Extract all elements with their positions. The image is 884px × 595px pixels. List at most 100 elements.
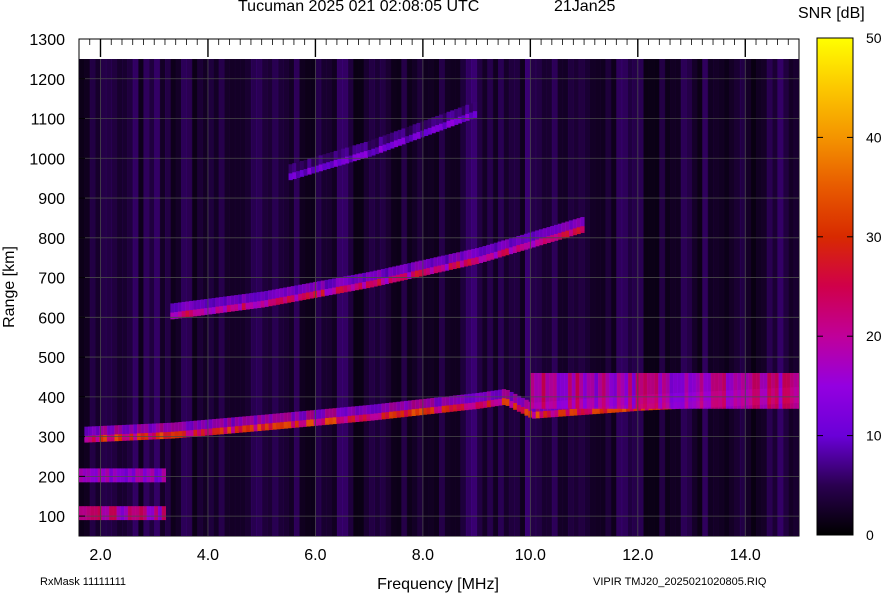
echo-cell	[390, 141, 395, 149]
echo-cell	[580, 408, 586, 415]
echo-cell	[541, 372, 546, 409]
echo-cell	[483, 401, 488, 408]
noise-column	[342, 59, 349, 536]
echo-cell	[598, 372, 603, 409]
echo-cell	[392, 411, 398, 419]
echo-cell	[238, 303, 243, 311]
noise-column	[320, 59, 327, 536]
echo-cell	[448, 263, 453, 270]
echo-cell	[538, 238, 544, 246]
echo-cell	[782, 372, 787, 409]
noise-column	[487, 59, 494, 536]
echo-cell	[200, 308, 205, 316]
colorbar-tick-label: 0	[866, 527, 874, 543]
echo-cell	[167, 431, 172, 439]
noise-column	[600, 59, 607, 536]
echo-cell	[654, 372, 659, 409]
echo-cell	[531, 411, 537, 419]
echo-cell	[449, 405, 454, 412]
echo-cell	[565, 230, 570, 238]
echo-cell	[452, 404, 458, 412]
echo-cell	[479, 401, 484, 409]
echo-cell	[110, 434, 115, 442]
echo-cell	[303, 168, 308, 176]
echo-cell	[729, 372, 734, 409]
noise-column	[621, 59, 628, 536]
echo-cell	[650, 372, 655, 409]
echo-cell	[460, 403, 465, 411]
echo-cell	[549, 372, 554, 409]
echo-cell	[343, 285, 348, 293]
noise-column	[648, 59, 655, 536]
noise-column	[213, 59, 220, 536]
noise-column	[691, 59, 698, 536]
noise-column	[530, 59, 537, 536]
noise-column	[444, 59, 451, 536]
noise-column	[734, 59, 741, 536]
noise-column	[535, 59, 542, 536]
echo-cell	[208, 428, 213, 436]
echo-cell	[472, 111, 478, 118]
echo-cell	[275, 298, 280, 305]
echo-cell	[116, 506, 121, 521]
x-tick-label: 14.0	[730, 547, 761, 564]
echo-cell	[560, 372, 565, 409]
noise-column	[159, 59, 166, 536]
echo-cell	[106, 434, 112, 442]
echo-cell	[710, 372, 716, 409]
echo-cell	[234, 426, 240, 433]
echo-cell	[631, 372, 637, 409]
echo-cell	[569, 229, 574, 237]
echo-cell	[310, 419, 315, 427]
noise-column	[756, 59, 762, 536]
echo-cell	[407, 272, 412, 280]
echo-cell	[268, 423, 273, 431]
echo-cell	[103, 434, 108, 442]
colorbar-tick-label: 20	[866, 328, 882, 344]
noise-column	[116, 59, 123, 536]
echo-cell	[459, 260, 465, 268]
echo-cell	[185, 310, 190, 318]
noise-column	[610, 59, 617, 536]
echo-cell	[336, 416, 341, 424]
y-tick-label: 1200	[29, 72, 65, 89]
echo-cell	[748, 372, 753, 409]
echo-cell	[127, 506, 133, 521]
echo-cell	[157, 506, 163, 521]
echo-cell	[684, 372, 689, 409]
echo-cell	[170, 312, 175, 320]
echo-cell	[414, 270, 420, 278]
echo-cell	[272, 422, 277, 430]
echo-cell	[564, 372, 569, 409]
echo-cell	[756, 372, 761, 409]
echo-cell	[646, 372, 652, 409]
echo-cell	[159, 432, 164, 440]
echo-cell	[200, 429, 206, 436]
echo-cell	[471, 258, 476, 265]
echo-cell	[348, 155, 353, 163]
echo-cell	[669, 372, 674, 409]
echo-cell	[437, 406, 443, 414]
y-tick-label: 1300	[29, 32, 65, 49]
echo-cell	[294, 294, 299, 302]
echo-cell	[313, 419, 319, 426]
echo-cell	[590, 372, 595, 409]
x-tick-label: 2.0	[89, 547, 111, 564]
noise-column	[616, 59, 623, 536]
echo-cell	[362, 282, 367, 289]
echo-cell	[400, 410, 405, 418]
echo-cell	[527, 241, 532, 249]
echo-cell	[174, 431, 179, 439]
noise-column	[627, 59, 633, 536]
echo-cell	[324, 288, 329, 296]
echo-cell	[524, 408, 529, 416]
ionogram-chart: 1002003004005006007008009001000110012001…	[1, 30, 882, 593]
echo-cell	[242, 425, 247, 433]
echo-cell	[181, 311, 186, 318]
echo-cell	[260, 300, 265, 308]
noise-column	[766, 59, 773, 536]
echo-cell	[464, 403, 469, 411]
noise-column	[347, 59, 354, 536]
echo-cell	[291, 421, 296, 428]
noise-column	[637, 59, 644, 536]
